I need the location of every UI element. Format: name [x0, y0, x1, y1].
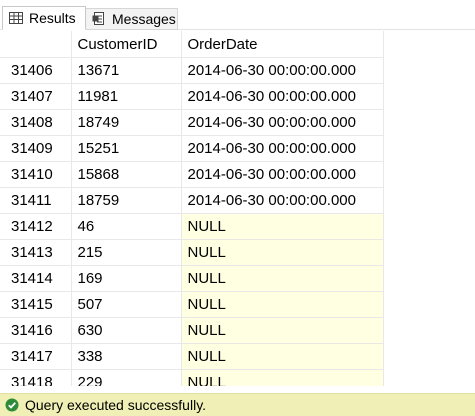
- table-row[interactable]: 31407 11981 2014-06-30 00:00:00.000: [0, 83, 384, 110]
- orderdate-cell[interactable]: NULL: [181, 213, 384, 240]
- table-row[interactable]: 31412 46 NULL: [0, 213, 384, 240]
- status-message: Query executed successfully.: [25, 397, 207, 413]
- orderdate-cell[interactable]: 2014-06-30 00:00:00.000: [181, 187, 384, 214]
- table-row[interactable]: 31417 338 NULL: [0, 343, 384, 370]
- table-row[interactable]: 31408 18749 2014-06-30 00:00:00.000: [0, 109, 384, 136]
- table-row[interactable]: 31413 215 NULL: [0, 239, 384, 266]
- grid-icon: [9, 11, 23, 25]
- tab-messages-label: Messages: [112, 11, 176, 27]
- column-header-customerid[interactable]: CustomerID: [71, 31, 182, 58]
- tab-results[interactable]: Results: [2, 6, 86, 30]
- table-row[interactable]: 31410 15868 2014-06-30 00:00:00.000: [0, 161, 384, 188]
- table-row[interactable]: 31415 507 NULL: [0, 291, 384, 318]
- header-row: CustomerID OrderDate: [0, 31, 384, 58]
- customerid-cell[interactable]: 15251: [71, 135, 182, 162]
- orderdate-cell[interactable]: 2014-06-30 00:00:00.000: [181, 161, 384, 188]
- row-number-cell[interactable]: 31416: [0, 317, 72, 344]
- results-grid[interactable]: CustomerID OrderDate 31406 13671 2014-06-3…: [0, 31, 475, 386]
- row-number-header[interactable]: [0, 31, 72, 58]
- customerid-cell[interactable]: 18749: [71, 109, 182, 136]
- row-number-cell[interactable]: 31418: [0, 369, 72, 386]
- table-row[interactable]: 31414 169 NULL: [0, 265, 384, 292]
- table-row[interactable]: 31406 13671 2014-06-30 00:00:00.000: [0, 57, 384, 84]
- row-number-cell[interactable]: 31410: [0, 161, 72, 188]
- orderdate-cell[interactable]: NULL: [181, 291, 384, 318]
- orderdate-cell[interactable]: NULL: [181, 265, 384, 292]
- table-row[interactable]: 31418 229 NULL: [0, 369, 384, 386]
- table-row[interactable]: 31411 18759 2014-06-30 00:00:00.000: [0, 187, 384, 214]
- orderdate-cell[interactable]: NULL: [181, 317, 384, 344]
- customerid-cell[interactable]: 630: [71, 317, 182, 344]
- row-number-cell[interactable]: 31417: [0, 343, 72, 370]
- orderdate-cell[interactable]: 2014-06-30 00:00:00.000: [181, 57, 384, 84]
- customerid-cell[interactable]: 229: [71, 369, 182, 386]
- row-number-cell[interactable]: 31411: [0, 187, 72, 214]
- row-number-cell[interactable]: 31409: [0, 135, 72, 162]
- customerid-cell[interactable]: 15868: [71, 161, 182, 188]
- row-number-cell[interactable]: 31414: [0, 265, 72, 292]
- results-table: CustomerID OrderDate 31406 13671 2014-06-3…: [0, 31, 384, 386]
- orderdate-cell[interactable]: NULL: [181, 239, 384, 266]
- customerid-cell[interactable]: 169: [71, 265, 182, 292]
- row-number-cell[interactable]: 31406: [0, 57, 72, 84]
- row-number-cell[interactable]: 31413: [0, 239, 72, 266]
- customerid-cell[interactable]: 11981: [71, 83, 182, 110]
- status-bar: Query executed successfully.: [0, 393, 475, 416]
- row-number-cell[interactable]: 31407: [0, 83, 72, 110]
- tab-results-label: Results: [29, 10, 76, 26]
- customerid-cell[interactable]: 13671: [71, 57, 182, 84]
- row-number-cell[interactable]: 31415: [0, 291, 72, 318]
- row-number-cell[interactable]: 31412: [0, 213, 72, 240]
- table-row[interactable]: 31409 15251 2014-06-30 00:00:00.000: [0, 135, 384, 162]
- customerid-cell[interactable]: 338: [71, 343, 182, 370]
- orderdate-cell[interactable]: 2014-06-30 00:00:00.000: [181, 135, 384, 162]
- orderdate-cell[interactable]: NULL: [181, 343, 384, 370]
- messages-icon: [92, 12, 106, 26]
- success-check-icon: [5, 398, 19, 412]
- tab-messages[interactable]: Messages: [86, 8, 178, 30]
- customerid-cell[interactable]: 507: [71, 291, 182, 318]
- row-number-cell[interactable]: 31408: [0, 109, 72, 136]
- table-row[interactable]: 31416 630 NULL: [0, 317, 384, 344]
- column-header-orderdate[interactable]: OrderDate: [181, 31, 384, 58]
- results-tab-bar: Results Messages: [0, 0, 475, 30]
- customerid-cell[interactable]: 46: [71, 213, 182, 240]
- customerid-cell[interactable]: 18759: [71, 187, 182, 214]
- orderdate-cell[interactable]: NULL: [181, 369, 384, 386]
- customerid-cell[interactable]: 215: [71, 239, 182, 266]
- orderdate-cell[interactable]: 2014-06-30 00:00:00.000: [181, 109, 384, 136]
- orderdate-cell[interactable]: 2014-06-30 00:00:00.000: [181, 83, 384, 110]
